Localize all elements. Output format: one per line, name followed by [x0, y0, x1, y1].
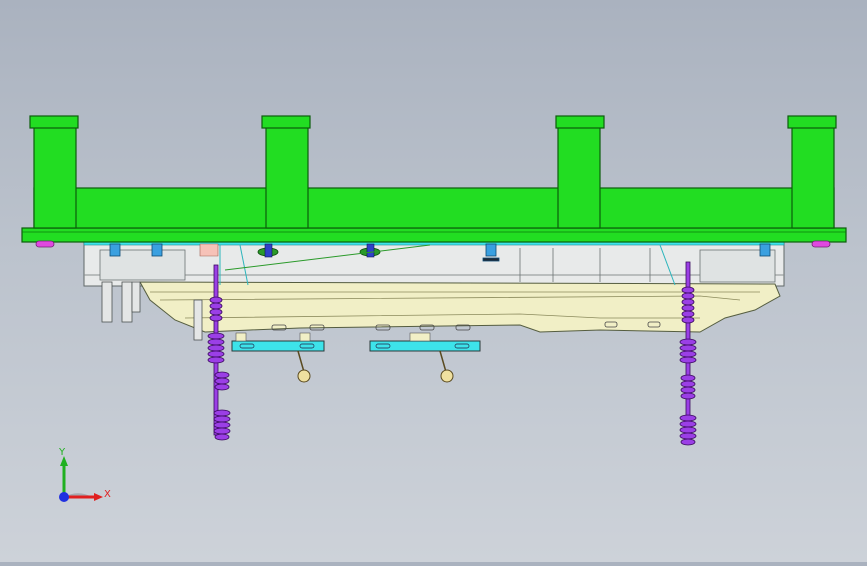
spring-right — [679, 261, 697, 446]
ball-plungers — [297, 350, 454, 383]
x-axis-label: X — [104, 489, 111, 500]
3d-viewport[interactable]: Y X — [0, 0, 867, 562]
z-axis-dot — [59, 492, 69, 502]
frame-base-plate — [21, 227, 847, 243]
green-frame — [21, 115, 847, 248]
cad-model-view: Y X — [21, 115, 847, 502]
frame-body — [33, 187, 835, 229]
frame-post-1 — [33, 125, 77, 229]
frame-post-2 — [265, 125, 309, 229]
die-plate-assembly — [83, 240, 785, 333]
coordinate-triad: Y X — [58, 447, 111, 502]
frame-post-3 — [557, 125, 601, 229]
y-axis-label: Y — [58, 447, 66, 458]
cyan-sliders — [231, 332, 481, 352]
frame-post-4 — [791, 125, 835, 229]
